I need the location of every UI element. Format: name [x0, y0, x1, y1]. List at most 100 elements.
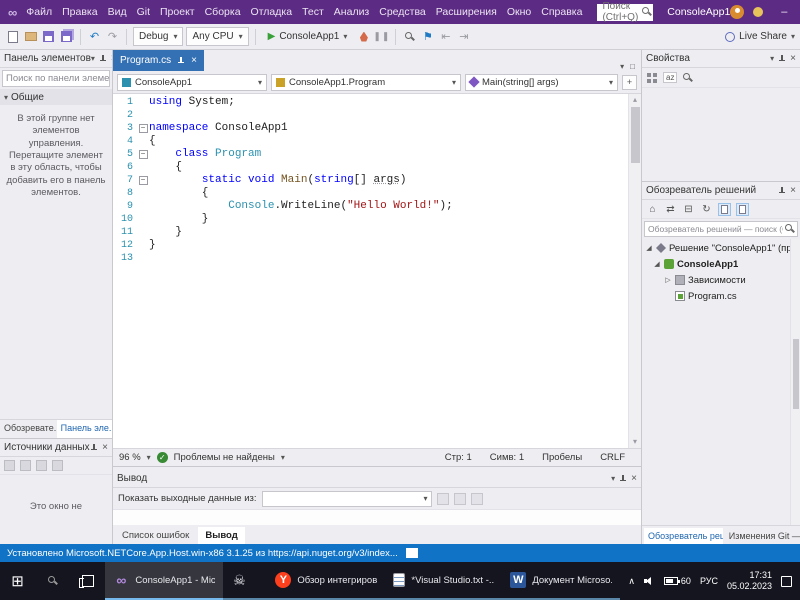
taskbar-app-skull[interactable]: ☠: [223, 562, 268, 600]
chevron-down-icon[interactable]: ▾: [91, 54, 95, 63]
clear-output-icon[interactable]: [436, 492, 449, 505]
pin-icon[interactable]: [778, 54, 786, 63]
code-line[interactable]: 2: [113, 109, 628, 122]
wrap-output-icon[interactable]: [453, 492, 466, 505]
type-dropdown[interactable]: ConsoleApp1.Program ▾: [271, 73, 461, 91]
code-editor[interactable]: 1 using System; 2 3− namespace ConsoleApp1 4{…: [113, 94, 641, 448]
tab-error-list[interactable]: Список ошибок: [115, 527, 196, 544]
pin-icon[interactable]: [99, 54, 107, 63]
column-indicator[interactable]: Симв: 1: [490, 452, 524, 463]
project-dropdown[interactable]: ConsoleApp1 ▾: [117, 73, 267, 91]
find-in-files-icon[interactable]: [402, 29, 417, 44]
live-share-button[interactable]: Live Share ▾: [725, 31, 795, 42]
menu-item[interactable]: Тест: [297, 4, 329, 20]
refresh-icon[interactable]: ↻: [700, 203, 713, 216]
tab-solution-explorer[interactable]: Обозреватель реше...: [644, 528, 723, 544]
tree-item-program-cs[interactable]: Program.cs: [642, 288, 790, 304]
pin-icon[interactable]: [778, 186, 786, 195]
tab-program-cs[interactable]: Program.cs ×: [113, 50, 204, 71]
menu-item[interactable]: Справка: [536, 4, 587, 20]
collapse-all-icon[interactable]: ⊟: [682, 203, 695, 216]
tree-item-solution[interactable]: ◢ Решение "ConsoleApp1" (проекты: 1 из 1…: [642, 240, 790, 256]
close-icon[interactable]: ×: [191, 55, 197, 66]
output-source-dropdown[interactable]: ▾: [261, 490, 432, 507]
pin-icon[interactable]: [619, 474, 627, 483]
line-ending-indicator[interactable]: CRLF: [600, 452, 625, 463]
alphabetical-icon[interactable]: az: [663, 72, 678, 83]
solution-explorer-header[interactable]: Обозреватель решений ×: [642, 182, 800, 200]
code-line[interactable]: 1 using System;: [113, 96, 628, 109]
new-file-icon[interactable]: [5, 29, 20, 44]
nest-icon[interactable]: [736, 202, 749, 216]
menu-item[interactable]: Сборка: [200, 4, 246, 20]
scrollbar-thumb[interactable]: [630, 107, 640, 163]
task-view-icon[interactable]: [70, 562, 105, 600]
menu-item[interactable]: Правка: [57, 4, 102, 20]
tab-server-explorer[interactable]: Обозревате...: [0, 420, 57, 438]
toolbox-search-input[interactable]: Поиск по панели элемен ▾: [2, 70, 110, 87]
code-line[interactable]: 5− class Program: [113, 148, 628, 161]
menu-item[interactable]: Git: [132, 4, 155, 20]
close-icon[interactable]: ×: [102, 442, 108, 453]
save-icon[interactable]: [41, 29, 56, 44]
code-line[interactable]: 3− namespace ConsoleApp1: [113, 122, 628, 135]
taskbar-app-visual-studio[interactable]: ∞ ConsoleApp1 - Mic...: [105, 562, 224, 600]
code-line[interactable]: 6 {: [113, 161, 628, 174]
hidden-icons-chevron[interactable]: ∧: [628, 576, 635, 587]
code-line[interactable]: 8 {: [113, 187, 628, 200]
start-debugging-button[interactable]: ▶ ConsoleApp1 ▾: [262, 27, 354, 47]
start-button[interactable]: ⊞: [0, 562, 35, 600]
fold-collapse-icon[interactable]: −: [138, 124, 148, 133]
health-status-label[interactable]: Проблемы не найдены: [174, 452, 275, 463]
menu-item[interactable]: Отладка: [246, 4, 298, 20]
search-properties-icon[interactable]: [683, 72, 693, 83]
pin-icon[interactable]: [177, 56, 185, 65]
account-avatar[interactable]: [730, 5, 745, 19]
home-icon[interactable]: ⌂: [646, 203, 659, 216]
menu-item[interactable]: Средства: [374, 4, 431, 20]
code-line[interactable]: 7− static void Main(string[] args): [113, 174, 628, 187]
active-files-dropdown-icon[interactable]: ▾: [620, 62, 624, 71]
fold-collapse-icon[interactable]: −: [138, 176, 148, 185]
switch-views-icon[interactable]: ⇄: [664, 203, 677, 216]
solution-platforms-dropdown[interactable]: Any CPU ▾: [186, 27, 249, 46]
tree-collapsed-icon[interactable]: ▷: [664, 276, 672, 284]
split-window-icon[interactable]: +: [622, 74, 637, 90]
chevron-down-icon[interactable]: ▾: [770, 54, 774, 63]
code-line[interactable]: 13: [113, 252, 628, 265]
open-folder-icon[interactable]: [23, 29, 38, 44]
save-all-icon[interactable]: [59, 29, 74, 44]
data-sources-header[interactable]: Источники данных ×: [0, 439, 112, 457]
taskbar-search-icon[interactable]: [35, 562, 70, 600]
chevron-down-icon[interactable]: ▾: [611, 474, 615, 483]
show-all-files-icon[interactable]: [718, 202, 731, 216]
tree-item-project[interactable]: ◢ ConsoleApp1: [642, 256, 790, 272]
menu-item[interactable]: Окно: [502, 4, 536, 20]
clock[interactable]: 17:31 05.02.2023: [727, 570, 772, 593]
toolbox-group-general[interactable]: ▾ Общие: [0, 89, 112, 105]
solution-configurations-dropdown[interactable]: Debug ▾: [133, 27, 184, 46]
code-line[interactable]: 11 }: [113, 226, 628, 239]
output-content[interactable]: [113, 509, 641, 525]
chevron-down-icon[interactable]: ▾: [281, 453, 285, 462]
tree-expanded-icon[interactable]: ◢: [645, 244, 653, 252]
tab-git-changes[interactable]: Изменения Git — п...: [725, 528, 800, 544]
decrease-indent-icon[interactable]: ⇤: [438, 29, 453, 44]
code-line[interactable]: 12}: [113, 239, 628, 252]
chevron-down-icon[interactable]: ▾: [147, 453, 151, 462]
close-icon[interactable]: ×: [790, 185, 796, 196]
hot-reload-icon[interactable]: [356, 29, 371, 44]
line-indicator[interactable]: Стр: 1: [445, 452, 472, 463]
close-icon[interactable]: ×: [790, 53, 796, 64]
scroll-down-icon[interactable]: ▾: [633, 436, 637, 448]
taskbar-app-notepad[interactable]: *Visual Studio.txt -...: [385, 562, 503, 600]
pin-icon[interactable]: [90, 443, 98, 452]
zoom-level[interactable]: 96 %: [119, 452, 141, 463]
scrollbar-thumb[interactable]: [792, 339, 799, 410]
notifications-icon[interactable]: [753, 7, 764, 17]
window-layout-icon[interactable]: □: [630, 62, 635, 71]
member-dropdown[interactable]: Main(string[] args) ▾: [465, 73, 618, 91]
taskbar-app-word[interactable]: W Документ Microso...: [502, 562, 621, 600]
action-center-icon[interactable]: [781, 575, 793, 587]
code-line[interactable]: 4{: [113, 135, 628, 148]
